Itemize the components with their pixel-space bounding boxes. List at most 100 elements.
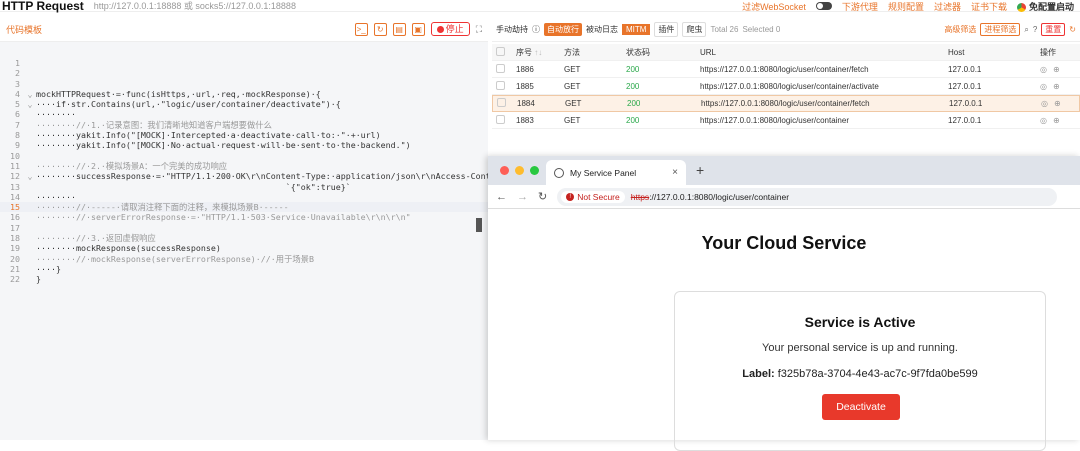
minimize-window-button[interactable] [515,166,524,175]
auto-release-tab[interactable]: 自动放行 [544,23,582,36]
plugin-tab[interactable]: 插件 [654,22,679,37]
line-number: 9 [15,140,20,151]
row-checkbox[interactable] [492,114,512,126]
reset-button[interactable]: 重置 [1041,23,1066,36]
cert-download-link[interactable]: 证书下载 [971,0,1007,13]
fold-icon [24,161,36,171]
address-bar[interactable]: ! Not Secure https://127.0.0.1:8080/logic… [557,187,1058,206]
header-status[interactable]: 状态码 [622,47,696,58]
header-url[interactable]: URL [696,48,944,57]
code-line[interactable]: 14 ········ [0,192,488,202]
browser-tab[interactable]: My Service Panel × [546,160,686,185]
search-icon[interactable]: ⌕ [1024,25,1028,35]
maximize-window-button[interactable] [530,166,539,175]
code-line[interactable]: 9 ········yakit.Info("[MOCK]·No·actual·re… [0,140,488,150]
not-secure-badge[interactable]: ! Not Secure [561,190,625,203]
browser-tabbar: My Service Panel × + [488,156,1080,185]
table-row[interactable]: 1886 GET 200 https://127.0.0.1:8080/logic/u… [492,61,1080,78]
more-icon[interactable]: ⊕ [1053,65,1060,74]
manual-hijack-tab[interactable]: 手动劫持 [496,24,528,35]
code-line[interactable]: 10 [0,151,488,161]
code-line[interactable]: 15 ········//·-----·请取消注释下面的注释，来模拟场景B·---… [0,202,488,213]
downstream-proxy-link[interactable]: 下游代理 [842,0,878,13]
code-line[interactable]: 5 ⌄ ····if·str.Contains(url,·"logic/user/c… [0,99,488,109]
refresh-icon[interactable]: ↻ [373,22,387,36]
view-icon[interactable]: ◎ [1041,99,1048,108]
code-line[interactable]: 20 ········//·mockResponse(serverErrorRes… [0,254,488,264]
new-tab-icon[interactable]: + [696,162,704,178]
cell-host: 127.0.0.1 [948,81,982,91]
select-all-checkbox[interactable] [496,46,505,56]
save-icon[interactable]: ▣ [411,22,425,36]
table-row[interactable]: 1883 GET 200 https://127.0.0.1:8080/logic/u… [492,112,1080,129]
code-line[interactable]: 17 [0,223,488,233]
line-number: 8 [15,130,20,141]
code-line[interactable]: 21 ····} [0,264,488,274]
rule-config-link[interactable]: 规则配置 [888,0,924,13]
fold-icon[interactable]: ⌄ [24,99,36,109]
advanced-filter-link[interactable]: 高级筛选 [944,24,976,35]
view-icon[interactable]: ◎ [1040,82,1047,91]
forward-icon[interactable]: → [517,191,528,203]
code-line[interactable]: 6 ········ [0,109,488,119]
stop-button[interactable]: 停止 [430,22,470,36]
row-checkbox[interactable] [492,80,512,92]
terminal-icon[interactable]: >_ [354,22,368,36]
browser-navbar: ← → ↻ ! Not Secure https://127.0.0.1:8080… [488,185,1080,209]
cell-actions[interactable]: ◎ ⊕ [1036,116,1080,125]
code-line[interactable]: 19 ········mockResponse(successResponse) [0,243,488,253]
code-line[interactable]: 4 ⌄ mockHTTPRequest·=·func(isHttps,·url,·r… [0,89,488,99]
refresh-list-icon[interactable]: ↻ [1069,25,1076,34]
code-line[interactable]: 7 ········//·1.·记录意图：我们清晰地知道客户端想要做什么 [0,120,488,130]
help-icon[interactable]: ? [1033,25,1037,34]
code-line[interactable]: 18 ········//·3.·返回虚假响应 [0,233,488,243]
code-editor[interactable]: 1 2 3 4 ⌄ mockHTTPRequest·=·func(isHttps,·url… [0,58,521,285]
line-number: 11 [10,160,20,171]
code-line[interactable]: 3 [0,79,488,89]
code-line[interactable]: 2 [0,68,488,78]
code-line[interactable]: 1 [0,58,488,68]
websocket-toggle[interactable] [815,2,832,10]
app-title: HTTP Request [2,0,84,13]
code-line[interactable]: 8 ········yakit.Info("[MOCK]·Intercepted·… [0,130,488,140]
reload-icon[interactable]: ↻ [538,190,547,203]
code-text: ········yakit.Info("[MOCK]·No·actual·req… [36,140,411,151]
header-method[interactable]: 方法 [560,47,622,58]
deactivate-button[interactable]: Deactivate [822,394,900,420]
header-id[interactable]: 序号 ↑↓ [512,47,560,58]
passive-log-tab[interactable]: 被动日志 [586,24,618,35]
fullscreen-icon[interactable]: ⛶ [476,24,482,35]
editor-scrollbar[interactable] [476,218,482,232]
table-row[interactable]: 1884 GET 200 https://127.0.0.1:8080/logic/u… [492,95,1080,112]
cell-status: 200 [626,64,640,74]
view-icon[interactable]: ◎ [1040,65,1047,74]
cell-actions[interactable]: ◎ ⊕ [1036,82,1080,91]
more-icon[interactable]: ⊕ [1054,99,1061,108]
file-icon[interactable]: ▤ [392,22,406,36]
code-line[interactable]: 11 ········//·2.·模拟场景A：一个完美的成功响应 [0,161,488,171]
cell-actions[interactable]: ◎ ⊕ [1036,65,1080,74]
row-checkbox[interactable] [493,98,513,109]
code-line[interactable]: 13 `{"ok":true}` [0,182,488,192]
back-icon[interactable]: ← [496,191,507,203]
view-icon[interactable]: ◎ [1040,116,1047,125]
close-tab-icon[interactable]: × [672,167,678,178]
cell-actions[interactable]: ◎ ⊕ [1037,99,1080,108]
close-window-button[interactable] [500,166,509,175]
launch-browser-button[interactable]: 免配置启动 [1016,0,1074,13]
more-icon[interactable]: ⊕ [1053,82,1060,91]
table-row[interactable]: 1885 GET 200 https://127.0.0.1:8080/logic/u… [492,78,1080,95]
code-line[interactable]: 12 ⌄ ········successResponse·=·"HTTP/1.1·2… [0,171,521,181]
crawler-tab[interactable]: 爬虫 [682,22,707,37]
code-line[interactable]: 22} [0,274,488,284]
fold-icon[interactable]: ⌄ [24,171,36,181]
mitm-tab[interactable]: MITM [622,24,651,35]
filter-link[interactable]: 过滤器 [934,0,961,13]
row-checkbox[interactable] [492,63,512,75]
fold-icon[interactable]: ⌄ [24,89,36,99]
code-line[interactable]: 16 ········//·serverErrorResponse·=·"HTTP… [0,212,488,222]
total-count: Total 26 [710,25,739,34]
more-icon[interactable]: ⊕ [1053,116,1060,125]
process-filter-button[interactable]: 进程筛选 [980,23,1021,36]
header-host[interactable]: Host [944,48,1036,57]
